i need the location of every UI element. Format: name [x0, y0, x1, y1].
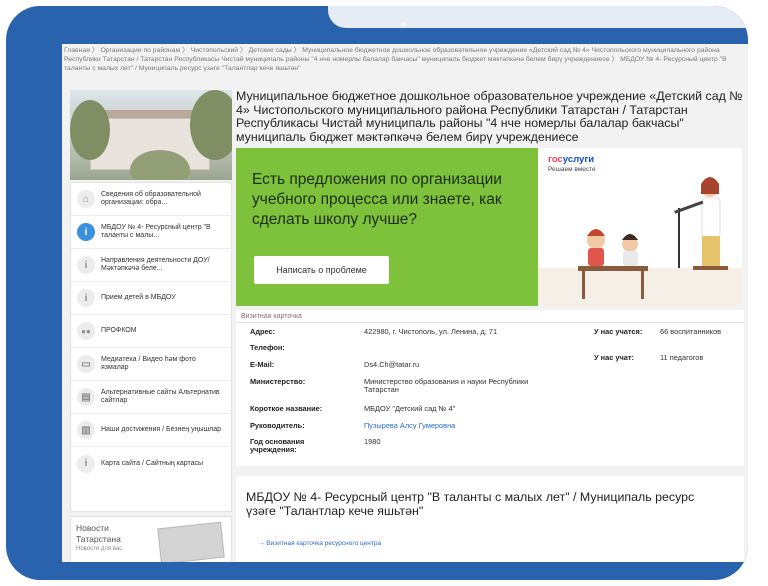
founded-label: Год основания учреждения: [250, 437, 305, 455]
ministry-label: Министерство: [250, 377, 306, 386]
media-icon: ▭ [77, 355, 95, 373]
short-name-value: МБДОУ "Детский сад № 4" [364, 404, 456, 413]
sidebar-item-label: Сведения об образовательной организации:… [101, 191, 201, 206]
head-label: Руководитель: [250, 421, 305, 430]
newspaper-icon [157, 521, 225, 562]
website-screenshot: Главная 〉 Организации по районам 〉 Чисто… [62, 44, 748, 562]
frame-decoration [328, 6, 748, 28]
building-icon: ⌂ [77, 190, 95, 208]
sidebar-item-label: МБДОУ № 4- Ресурсный центр "В таланты с … [101, 224, 211, 239]
sidebar-item-directions[interactable]: i Направления деятельности ДОУ/ Мәктәпкә… [71, 249, 233, 282]
card-caption: Визитная карточка [241, 313, 302, 320]
sidebar-menu: ⌂ Сведения об образовательной организаци… [70, 182, 233, 512]
sidebar-item-profkom[interactable]: ●● ПРОФКОМ [71, 315, 233, 348]
info-icon: i [77, 289, 95, 307]
email-label: E-Mail: [250, 360, 275, 369]
sidebar-item-org-info[interactable]: ⌂ Сведения об образовательной организаци… [71, 183, 233, 216]
teachers-value: 11 педагогов [660, 353, 704, 362]
sidebar-item-resource-center[interactable]: i МБДОУ № 4- Ресурсный центр "В таланты … [71, 216, 233, 249]
info-icon: i [77, 256, 95, 274]
news-widget[interactable]: Новости Татарстана Новости для вас [70, 516, 232, 562]
sidebar-item-label: Медиатека / Видео һәм фото язмалар [101, 356, 196, 371]
news-tagline: Новости для вас [76, 546, 123, 552]
sidebar-item-label: Прием детей в МБДОУ [101, 294, 176, 301]
news-subtitle: Татарстана [76, 534, 121, 544]
write-problem-button[interactable]: Написать о проблеме [254, 256, 389, 284]
news-title: Новости [76, 523, 109, 533]
resource-center-section: МБДОУ № 4- Ресурсный центр "В таланты с … [236, 476, 744, 562]
sidebar-item-label: ПРОФКОМ [101, 327, 137, 334]
teachers-label: У нас учат: [594, 353, 634, 362]
kindergarten-photo [70, 90, 232, 180]
card-divider [236, 322, 744, 323]
business-card: Визитная карточка Адрес: 422980, г. Чист… [236, 310, 744, 466]
page-title: Муниципальное бюджетное дошкольное образ… [236, 89, 743, 144]
sidebar-item-label: Карта сайта / Сайтның картасы [101, 459, 204, 467]
students-value: 66 воспитанников [660, 327, 722, 336]
info-icon: i [77, 223, 95, 241]
address-label: Адрес: [250, 327, 276, 336]
sidebar-item-alt-sites[interactable]: ▤ Альтернативные сайты Альтернатив сайтл… [71, 381, 233, 414]
presentation-frame: Главная 〉 Организации по районам 〉 Чисто… [6, 6, 748, 580]
sidebar-item-label: Направления деятельности ДОУ/ Мәктәпкәчә… [101, 257, 210, 272]
sidebar-item-sitemap[interactable]: i Карта сайта / Сайтның картасы [71, 447, 233, 480]
sidebar-item-media[interactable]: ▭ Медиатека / Видео һәм фото язмалар [71, 348, 233, 381]
resource-center-title: МБДОУ № 4- Ресурсный центр "В таланты с … [246, 490, 695, 518]
address-value: 422980, г. Чистополь, ул. Ленина, д. 71 [364, 327, 498, 336]
frame-dot [401, 22, 405, 26]
sidebar-item-label: Альтернативные сайты Альтернатив сайтлар [101, 389, 220, 404]
gosuslugi-banner: Есть предложения по организации учебного… [236, 148, 742, 306]
email-value[interactable]: Ds4.Ch@tatar.ru [364, 360, 419, 369]
resource-center-card-link[interactable]: → Визитная карточка ресурсного центра [258, 540, 381, 547]
head-value-link[interactable]: Пузырева Алсу Гумеровна [364, 421, 455, 430]
awards-icon: ▥ [77, 421, 95, 439]
people-icon: ●● [77, 322, 95, 340]
founded-value: 1980 [364, 437, 381, 446]
sidebar-item-achievements[interactable]: ▥ Наши достижения / Безнең уңышлар [71, 414, 233, 447]
banner-illustration: госуслуги Решаем вместе [538, 148, 742, 306]
short-name-label: Короткое название: [250, 404, 323, 413]
classroom-illustration [538, 177, 742, 306]
banner-text: Есть предложения по организации учебного… [252, 171, 502, 228]
sidebar-item-label: Наши достижения / Безнең уңышлар [101, 426, 221, 433]
sidebar-item-admission[interactable]: i Прием детей в МБДОУ [71, 282, 233, 315]
ministry-value: Министерство образования и науки Республ… [364, 377, 529, 395]
info-icon: i [77, 454, 95, 473]
students-label: У нас учатся: [594, 327, 643, 336]
sites-icon: ▤ [77, 388, 95, 406]
phone-label: Телефон: [250, 343, 285, 352]
breadcrumb[interactable]: Главная 〉 Организации по районам 〉 Чисто… [64, 46, 744, 73]
